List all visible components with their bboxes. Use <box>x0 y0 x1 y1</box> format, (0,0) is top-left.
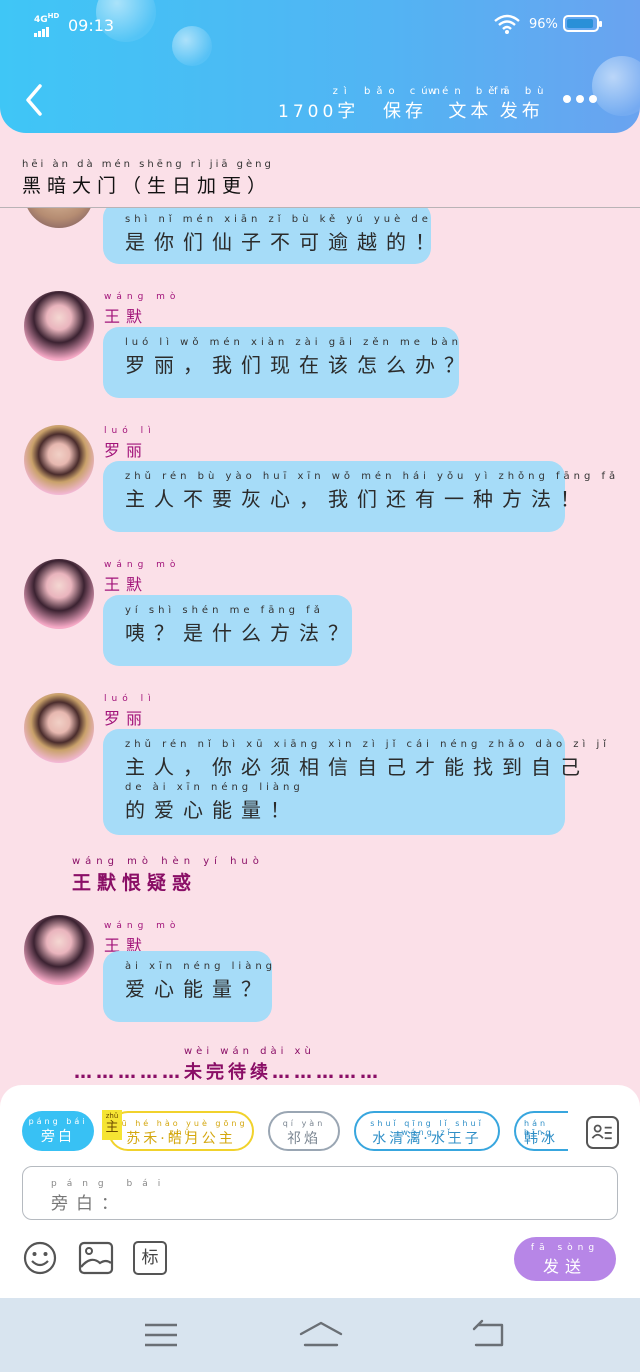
clock: 09:13 <box>68 16 115 35</box>
back-nav-icon[interactable] <box>470 1318 510 1352</box>
main-role-badge: zhǔ 主 <box>102 1110 122 1140</box>
avatar-wangmo[interactable] <box>24 915 94 985</box>
network-indicator: 4GHD <box>34 12 59 37</box>
chat-message[interactable]: shì nǐ mén xiān zǐ bù kě yú yuè de 是你们仙子… <box>103 208 435 264</box>
avatar-luoli[interactable] <box>24 425 94 495</box>
system-nav-bar <box>0 1298 640 1372</box>
role-chip-main[interactable]: zhǔ 主 sū hé hào yuè gōng zhǔ 苏禾·皓月公主 <box>102 1110 254 1151</box>
menu-icon[interactable] <box>141 1318 181 1352</box>
mark-button[interactable]: 标 <box>133 1241 167 1275</box>
bubble-decoration <box>592 56 640 116</box>
role-list-icon[interactable] <box>586 1116 619 1149</box>
battery-percent: 96% <box>529 17 558 32</box>
role-chip[interactable]: shuǐ qīng lǐ shuǐ wáng zǐ 水清漓·水王子 <box>354 1111 500 1151</box>
wifi-icon <box>494 14 520 34</box>
chat-message[interactable]: zhǔ rén bù yào huī xīn wǒ mén hái yǒu yì… <box>103 461 615 532</box>
chat-message[interactable]: ài xīn néng liàng 爱心能量？ <box>103 951 272 1022</box>
home-icon[interactable] <box>298 1318 344 1352</box>
publish-button[interactable]: fā bù 发布 <box>494 86 550 123</box>
role-chip[interactable]: qí yàn 祁焰 <box>268 1111 340 1151</box>
more-options-icon[interactable] <box>563 93 599 105</box>
role-chip[interactable]: hán bīng 韩冰 <box>514 1111 568 1151</box>
signal-icon <box>34 27 59 37</box>
chat-message[interactable]: yí shì shén me fāng fǎ 咦？是什么方法？ <box>103 595 352 666</box>
back-button[interactable] <box>20 80 50 120</box>
message-input[interactable]: páng bái 旁白： <box>22 1166 618 1220</box>
avatar-wangmo[interactable] <box>24 291 94 361</box>
avatar[interactable] <box>24 208 94 228</box>
chapter-title-bar: hēi àn dà mén shēng rì jiā gèng 黑暗大门（生日加… <box>0 133 640 208</box>
narration-line[interactable]: wáng mò hèn yí huò 王默恨疑惑 <box>72 856 264 895</box>
chat-message[interactable]: zhǔ rén nǐ bì xū xiāng xìn zì jǐ cái nén… <box>103 729 606 835</box>
chat-list[interactable]: shì nǐ mén xiān zǐ bù kě yú yuè de 是你们仙子… <box>0 208 640 1088</box>
avatar-luoli[interactable] <box>24 693 94 763</box>
avatar-wangmo[interactable] <box>24 559 94 629</box>
speaker-name: luó lì 罗丽 <box>104 694 156 728</box>
emoji-icon[interactable] <box>22 1241 58 1275</box>
image-icon[interactable] <box>78 1241 114 1275</box>
top-header: 4GHD 09:13 96% zì 1700字 bǎo cún 保存 wén b… <box>0 0 640 133</box>
speaker-name: luó lì 罗丽 <box>104 426 156 460</box>
chapter-title[interactable]: hēi àn dà mén shēng rì jiā gèng 黑暗大门（生日加… <box>22 159 274 198</box>
to-be-continued: wèi wán dài xù ……………未完待续…………… <box>74 1046 382 1083</box>
word-count: zì 1700字 <box>278 86 360 122</box>
compose-panel: páng bái 旁白 zhǔ 主 sū hé hào yuè gōng zhǔ … <box>0 1085 640 1298</box>
speaker-name: wáng mò 王默 <box>104 292 181 326</box>
chat-message[interactable]: luó lì wǒ mén xiàn zài gāi zěn me bàn 罗丽… <box>103 327 464 398</box>
battery-icon <box>563 15 602 32</box>
status-bar: 4GHD 09:13 96% <box>0 10 640 40</box>
role-chip-narrator[interactable]: páng bái 旁白 <box>22 1111 94 1151</box>
speaker-name: wáng mò 王默 <box>104 560 181 594</box>
send-button[interactable]: fā sòng 发送 <box>514 1237 616 1281</box>
